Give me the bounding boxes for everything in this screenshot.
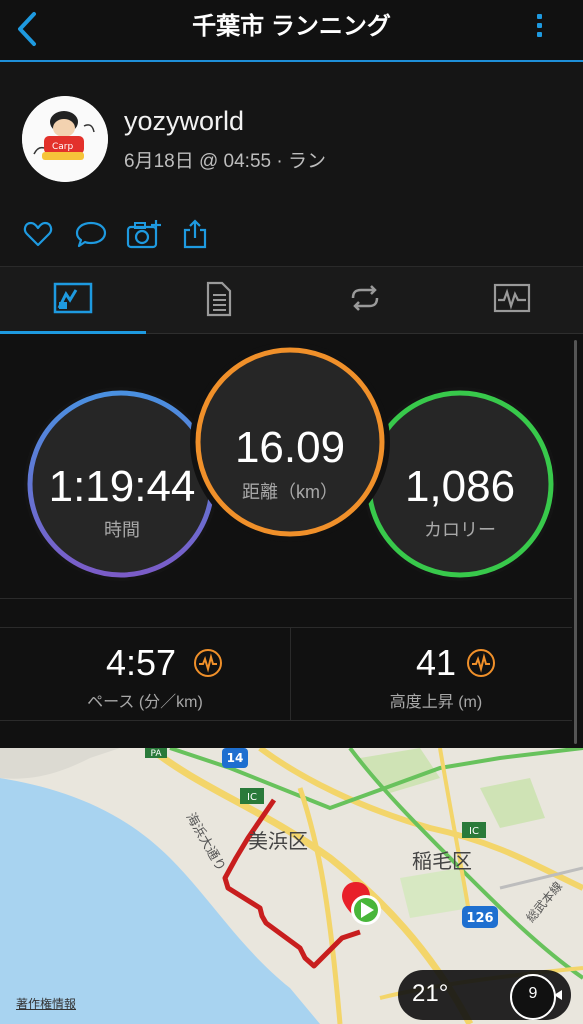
map-label-rail: 総武本線 bbox=[523, 879, 565, 925]
start-marker[interactable] bbox=[351, 895, 381, 925]
more-options-button[interactable] bbox=[530, 10, 548, 44]
camera-add-icon bbox=[126, 220, 161, 249]
tab-graphs[interactable] bbox=[492, 280, 532, 320]
time-value: 1:19:44 bbox=[48, 462, 196, 511]
map-label-inage: 稲毛区 bbox=[412, 849, 472, 873]
repeat-icon bbox=[351, 285, 379, 311]
share-icon bbox=[183, 219, 207, 249]
wind-direction-icon bbox=[554, 990, 562, 1000]
page-title: 千葉市 ランニング bbox=[192, 13, 391, 40]
ic-sign: IC bbox=[247, 792, 257, 803]
tab-overview[interactable] bbox=[53, 280, 93, 320]
map-label-mihama: 美浜区 bbox=[248, 829, 308, 853]
ascent-badge-icon[interactable] bbox=[466, 648, 496, 678]
time-label: 時間 bbox=[104, 520, 140, 540]
share-button[interactable] bbox=[180, 218, 216, 254]
stats-chart-icon bbox=[53, 282, 93, 314]
weather-widget: 21° 9 bbox=[398, 970, 571, 1020]
divider bbox=[0, 598, 572, 599]
pace-value: 4:57 bbox=[106, 642, 177, 683]
temperature: 21° bbox=[412, 980, 449, 1007]
tab-laps[interactable] bbox=[345, 280, 385, 320]
dot bbox=[536, 23, 542, 28]
add-photo-button[interactable] bbox=[126, 218, 162, 254]
distance-value: 16.09 bbox=[234, 423, 346, 472]
copyright-link[interactable]: 著作権情報 bbox=[16, 995, 76, 1012]
ic-sign: IC bbox=[469, 826, 479, 837]
divider bbox=[0, 627, 572, 628]
divider bbox=[0, 720, 572, 721]
route-126-shield: 126 bbox=[466, 911, 493, 926]
username[interactable]: yozyworld bbox=[124, 106, 244, 137]
heart-icon bbox=[23, 221, 53, 247]
tab-details[interactable] bbox=[200, 280, 240, 320]
pace-label: ペース (分／km) bbox=[87, 694, 203, 711]
activity-date-type: 6月18日 @ 04:55 · ラン bbox=[124, 151, 326, 172]
avatar[interactable]: Carp bbox=[22, 96, 108, 182]
map-label-road: 海浜大通り bbox=[183, 811, 228, 875]
wind-speed: 9 bbox=[528, 985, 538, 1002]
pa-sign: PA bbox=[150, 749, 162, 759]
like-button[interactable] bbox=[22, 218, 58, 254]
route-line bbox=[222, 798, 361, 969]
route-14-shield: 14 bbox=[227, 751, 244, 765]
svg-text:Carp: Carp bbox=[52, 142, 73, 152]
document-icon bbox=[206, 281, 232, 317]
distance-label: 距離（km） bbox=[242, 482, 338, 502]
calories-value: 1,086 bbox=[404, 462, 516, 511]
vertical-dots-icon bbox=[536, 14, 542, 19]
ascent-label: 高度上昇 (m) bbox=[389, 694, 483, 711]
pulse-graph-icon bbox=[493, 283, 531, 313]
comment-button[interactable] bbox=[74, 218, 110, 254]
ascent-value: 41 bbox=[416, 642, 457, 683]
comment-icon bbox=[75, 221, 107, 248]
dot bbox=[536, 32, 542, 37]
cartoon-avatar-icon: Carp bbox=[22, 96, 108, 182]
pace-badge-icon[interactable] bbox=[193, 648, 223, 678]
calories-label: カロリー bbox=[424, 520, 496, 540]
